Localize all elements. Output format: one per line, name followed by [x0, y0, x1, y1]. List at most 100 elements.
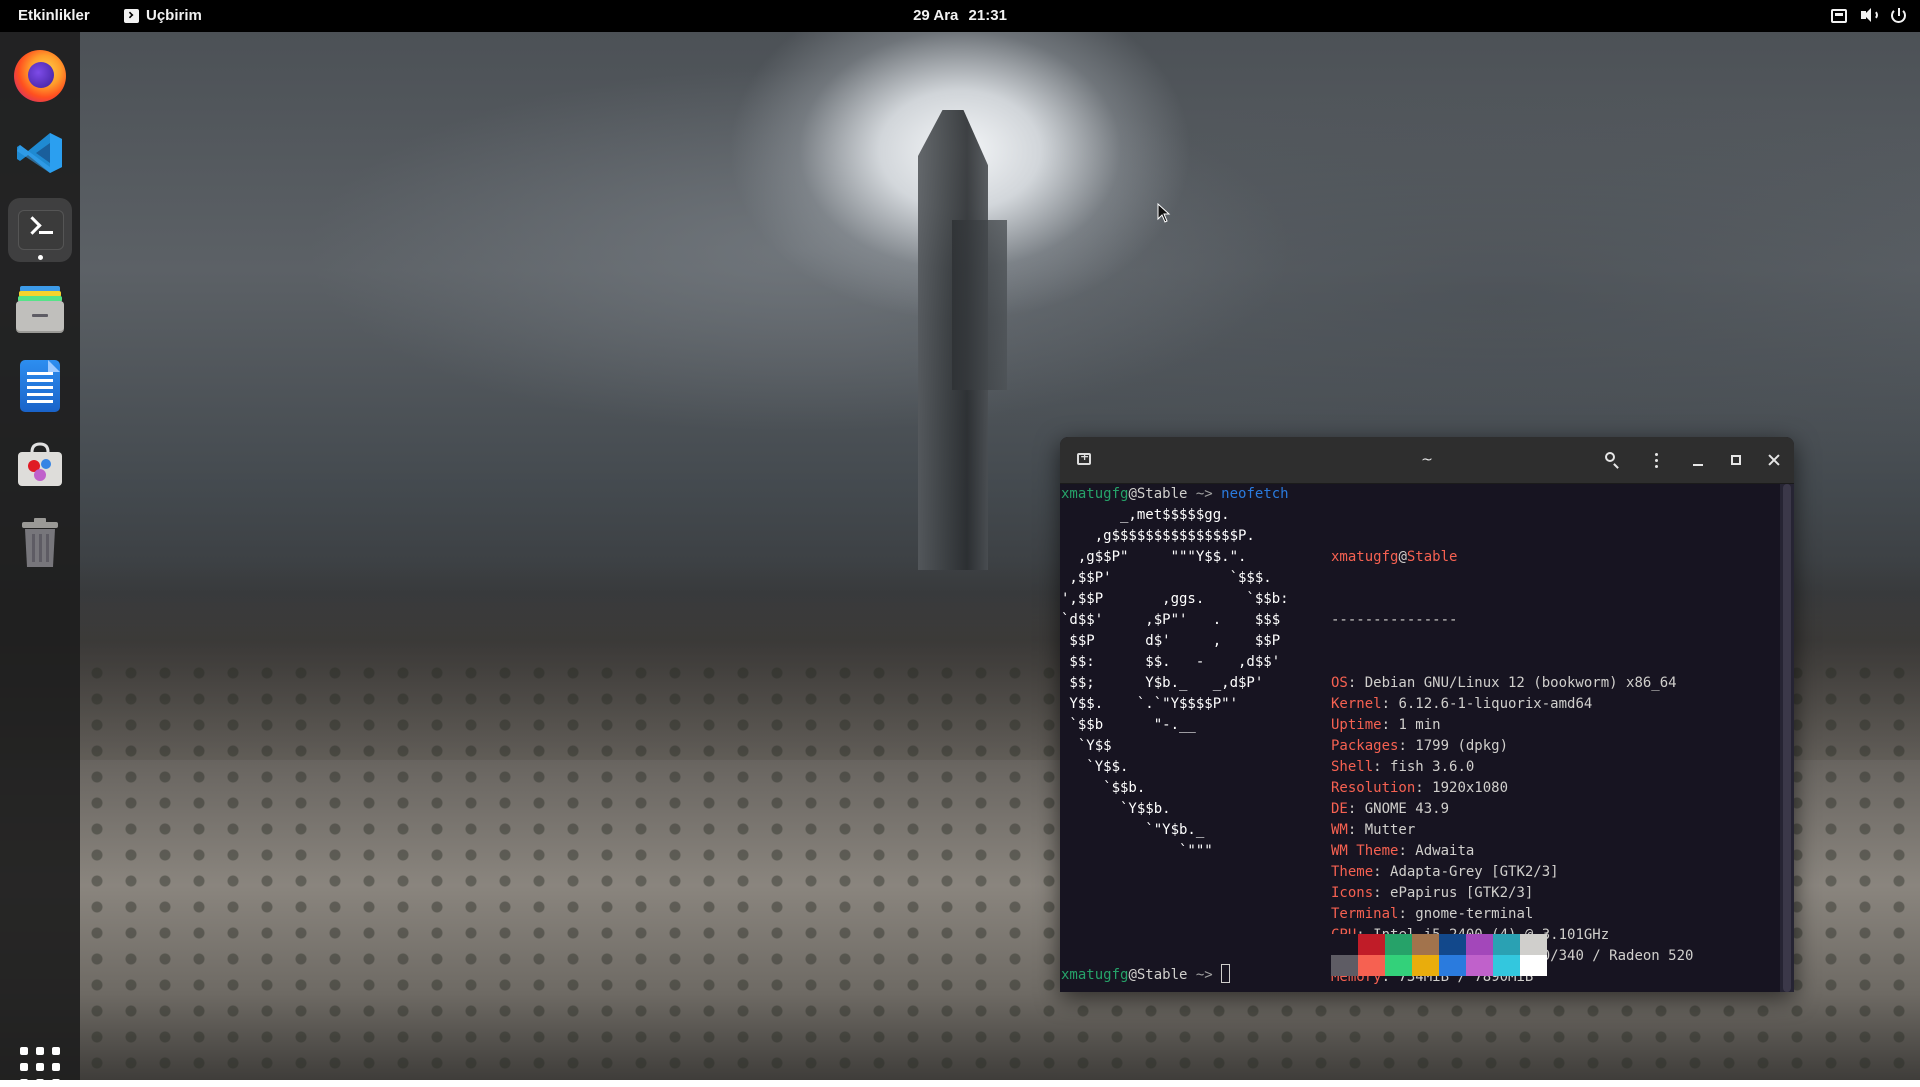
command-prompt-line: xmatugfg@Stable ~> neofetch [1061, 486, 1289, 502]
ascii-line: `d$$' ,$P"' . $$$ [1061, 612, 1281, 628]
info-value: 1799 (dpkg) [1415, 738, 1509, 754]
ascii-line: ,$$P' `$$$. [1061, 570, 1272, 586]
top-bar: Etkinlikler Uçbirim 29 Ara 21:31 [0, 0, 1920, 32]
info-value: 1920x1080 [1432, 780, 1509, 796]
terminal-window[interactable]: ~ xmatugfg@Stable ~> neofetch _,met$$$$$… [1060, 437, 1794, 992]
close-button[interactable] [1761, 447, 1787, 473]
palette-swatch [1331, 955, 1358, 976]
writer-icon [20, 360, 60, 412]
software-icon [18, 442, 62, 486]
firefox-icon [14, 50, 66, 102]
terminal-output[interactable]: xmatugfg@Stable ~> neofetch _,met$$$$$gg… [1060, 484, 1780, 992]
trash-icon [22, 518, 58, 567]
ascii-line: ,g$$P" """Y$$.". [1061, 549, 1247, 565]
volume-icon[interactable] [1861, 7, 1878, 23]
dock-item-files[interactable] [8, 276, 72, 340]
info-key: Packages [1331, 738, 1399, 754]
palette-swatch [1493, 955, 1520, 976]
info-value: Debian GNU/Linux 12 (bookworm) x86_64 [1364, 675, 1677, 691]
ascii-line: Y$$. `.`"Y$$$$P"' [1061, 696, 1239, 712]
files-icon [16, 286, 64, 333]
palette-swatch [1439, 955, 1466, 976]
info-row: Shell: fish 3.6.0 [1331, 759, 1475, 775]
palette-swatch [1412, 955, 1439, 976]
ascii-line: `Y$$. [1061, 759, 1129, 775]
ascii-line: $$P d$' , $$P [1061, 633, 1281, 649]
info-row: WM Theme: Adwaita [1331, 843, 1475, 859]
palette-swatch [1466, 955, 1493, 976]
mouse-pointer-icon [1157, 203, 1171, 223]
info-key: Icons [1331, 885, 1374, 901]
terminal-titlebar[interactable]: ~ [1060, 437, 1794, 484]
window-title: ~ [1421, 452, 1433, 468]
info-row: Theme: Adapta-Grey [GTK2/3] [1331, 864, 1559, 880]
ascii-line: `$$b. [1061, 780, 1146, 796]
scrollbar[interactable] [1780, 484, 1794, 992]
palette-swatch [1358, 955, 1385, 976]
dock-item-trash[interactable] [8, 510, 72, 574]
ascii-line: ',$$P ,ggs. `$$b: [1061, 591, 1289, 607]
system-tray[interactable] [1831, 7, 1906, 23]
info-key: WM [1331, 822, 1348, 838]
apps-grid-icon[interactable] [20, 1047, 60, 1087]
info-value: gnome-terminal [1415, 906, 1534, 922]
dock-item-software[interactable] [8, 432, 72, 496]
info-key: Theme [1331, 864, 1374, 880]
clock-button[interactable]: 29 Ara 21:31 [0, 7, 1920, 24]
info-key: Resolution [1331, 780, 1416, 796]
power-icon[interactable] [1891, 7, 1906, 23]
info-key: Uptime [1331, 717, 1382, 733]
ascii-line: `$$b "-.__ [1061, 717, 1196, 733]
menu-button[interactable] [1643, 447, 1669, 473]
minimize-button[interactable] [1685, 447, 1711, 473]
scrollbar-thumb[interactable] [1783, 484, 1791, 992]
dock-item-firefox[interactable] [8, 44, 72, 108]
palette-swatch [1385, 934, 1412, 955]
active-prompt-line[interactable]: xmatugfg@Stable ~> [1061, 964, 1231, 986]
color-palette [1331, 934, 1547, 976]
system-info: xmatugfg@Stable --------------- OS: Debi… [1331, 505, 1693, 992]
palette-swatch [1385, 955, 1412, 976]
running-indicator [38, 255, 43, 260]
dock-item-vscode[interactable] [8, 121, 72, 185]
info-header: xmatugfg@Stable [1331, 549, 1458, 565]
search-icon [1605, 452, 1615, 462]
palette-swatch [1493, 934, 1520, 955]
palette-swatch [1331, 934, 1358, 955]
clock-date: 29 Ara [913, 7, 959, 24]
screen-icon[interactable] [1831, 8, 1847, 23]
maximize-button[interactable] [1723, 447, 1749, 473]
info-key: OS [1331, 675, 1348, 691]
wallpaper-tower-ledge [952, 220, 1007, 390]
palette-swatch [1466, 934, 1493, 955]
ascii-line: $$; Y$b._ _,d$P' [1061, 675, 1264, 691]
palette-swatch [1520, 955, 1547, 976]
info-row: Resolution: 1920x1080 [1331, 780, 1509, 796]
palette-swatch [1412, 934, 1439, 955]
info-value: ePapirus [GTK2/3] [1390, 885, 1534, 901]
ascii-line: ,g$$$$$$$$$$$$$$$P. [1061, 528, 1255, 544]
info-row: DE: GNOME 43.9 [1331, 801, 1450, 817]
ascii-line: `"Y$b._ [1061, 822, 1205, 838]
palette-swatch [1358, 934, 1385, 955]
info-value: 6.12.6-1-liquorix-amd64 [1398, 696, 1593, 712]
ascii-line: `""" [1061, 843, 1213, 859]
info-key: DE [1331, 801, 1348, 817]
debian-ascii-logo: _,met$$$$$gg. ,g$$$$$$$$$$$$$$$P. ,g$$P"… [1061, 505, 1289, 862]
terminal-icon [18, 210, 64, 250]
info-value: fish 3.6.0 [1390, 759, 1475, 775]
search-button[interactable] [1599, 447, 1625, 473]
info-value: Adwaita [1415, 843, 1475, 859]
dock-item-terminal[interactable] [8, 198, 72, 262]
palette-swatch [1520, 934, 1547, 955]
info-row: Packages: 1799 (dpkg) [1331, 738, 1509, 754]
ascii-line: `Y$$b. [1061, 801, 1171, 817]
info-row: WM: Mutter [1331, 822, 1416, 838]
ascii-line: `Y$$ [1061, 738, 1112, 754]
dock-item-writer[interactable] [8, 354, 72, 418]
info-row: Terminal: gnome-terminal [1331, 906, 1534, 922]
info-key: WM Theme [1331, 843, 1399, 859]
ascii-line: $$: $$. - ,d$$' [1061, 654, 1281, 670]
info-key: Terminal [1331, 906, 1399, 922]
ascii-line: _,met$$$$$gg. [1061, 507, 1230, 523]
